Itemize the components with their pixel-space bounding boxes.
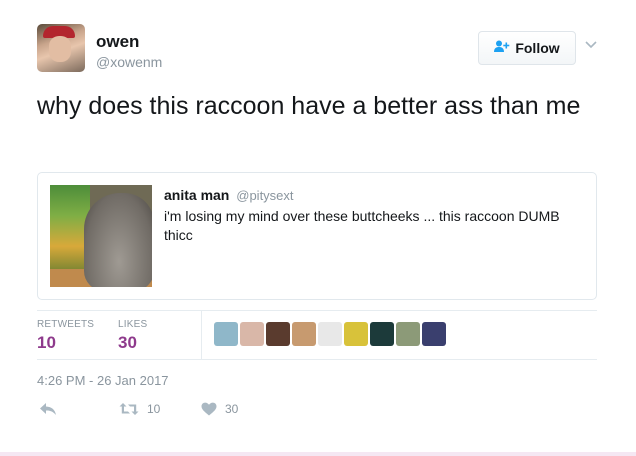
stats-divider: [201, 311, 202, 359]
quoted-tweet-image[interactable]: [50, 185, 152, 287]
retweets-stat[interactable]: RETWEETS 10: [37, 319, 94, 353]
person-add-icon: [494, 40, 510, 56]
quoted-author-handle: @pitysext: [236, 188, 294, 203]
chevron-down-icon[interactable]: [584, 38, 598, 52]
like-action-count: 30: [225, 402, 239, 416]
likes-count: 30: [118, 333, 137, 352]
retweet-button[interactable]: 10: [119, 402, 160, 416]
liker-avatar[interactable]: [396, 322, 420, 346]
likes-label: LIKES: [118, 319, 148, 330]
liker-avatar[interactable]: [344, 322, 368, 346]
quoted-author-name: anita man: [164, 187, 230, 203]
user-name[interactable]: owen: [96, 32, 139, 52]
retweets-count: 10: [37, 333, 56, 352]
liker-avatar[interactable]: [214, 322, 238, 346]
quoted-tweet[interactable]: anita man @pitysext i'm losing my mind o…: [37, 172, 597, 300]
reply-icon: [40, 403, 56, 415]
image-raccoon: [84, 193, 152, 287]
avatar[interactable]: [37, 24, 85, 72]
tweet-stats: RETWEETS 10 LIKES 30: [37, 310, 597, 360]
tweet-text: why does this raccoon have a better ass …: [37, 92, 581, 120]
retweet-icon: [119, 403, 139, 415]
liker-avatar[interactable]: [240, 322, 264, 346]
liker-avatar[interactable]: [266, 322, 290, 346]
retweets-label: RETWEETS: [37, 319, 95, 330]
retweet-action-count: 10: [147, 402, 161, 416]
tweet-card: owen @xowenm Follow why does this raccoo…: [0, 0, 636, 452]
reply-button[interactable]: [39, 402, 57, 416]
quoted-tweet-text: i'm losing my mind over these buttcheeks…: [164, 208, 560, 243]
likes-stat[interactable]: LIKES 30: [118, 319, 147, 353]
bottom-border: [0, 452, 636, 456]
follow-button[interactable]: Follow: [478, 31, 576, 65]
avatar-face: [49, 36, 71, 62]
liker-avatar[interactable]: [422, 322, 446, 346]
quoted-tweet-author[interactable]: anita man @pitysext: [164, 187, 294, 203]
user-handle[interactable]: @xowenm: [96, 54, 162, 70]
follow-button-label: Follow: [515, 40, 560, 56]
heart-icon: [201, 402, 217, 416]
timestamp[interactable]: 4:26 PM - 26 Jan 2017: [37, 373, 169, 388]
liker-avatar[interactable]: [370, 322, 394, 346]
like-button[interactable]: 30: [201, 402, 238, 416]
liker-avatar[interactable]: [292, 322, 316, 346]
likers-avatars: [214, 322, 446, 346]
liker-avatar[interactable]: [318, 322, 342, 346]
